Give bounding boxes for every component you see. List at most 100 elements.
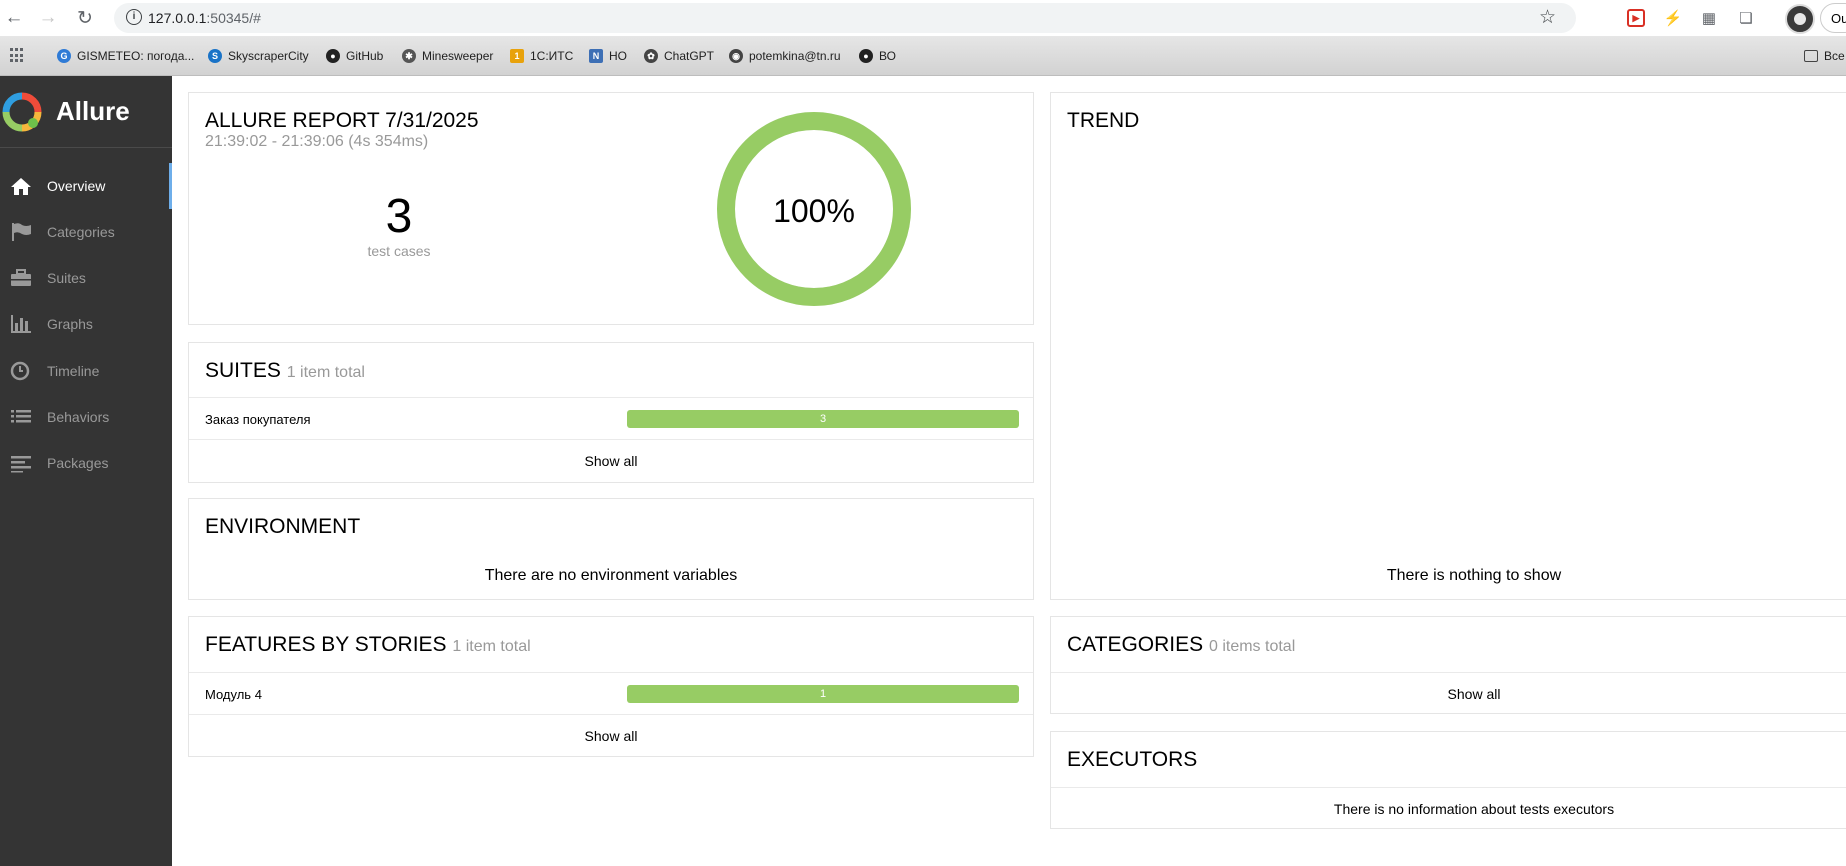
bookmark-label: GISMETEO: погода... [77,49,195,63]
feature-row[interactable]: Модуль 4 1 [189,673,1033,714]
suites-show-all-link[interactable]: Show all [189,453,1033,469]
suites-title-text: SUITES [205,359,281,382]
back-icon[interactable]: ← [2,6,26,30]
bookmark-no[interactable]: N НО [589,47,627,65]
bookmark-minesweeper[interactable]: ✱ Minesweeper [402,47,493,65]
nav-graphs[interactable]: Graphs [0,301,172,347]
no-icon: N [589,49,603,63]
bookmarks-folder[interactable]: Все [1804,47,1845,65]
bookmark-1c-its[interactable]: 1 1С:ИТС [510,47,573,65]
folder-icon [1804,50,1818,62]
profile-avatar[interactable] [1785,4,1815,34]
executors-title: EXECUTORS [1067,748,1198,771]
extension-bolt-icon[interactable]: ⚡ [1661,6,1685,30]
briefcase-icon [11,269,31,286]
bar-chart-icon [11,315,31,333]
suite-name: Заказ покупателя [205,412,311,427]
1c-its-icon: 1 [510,49,524,63]
environment-empty-message: There are no environment variables [484,567,738,584]
nav-label: Graphs [47,316,93,332]
extension-grid-icon[interactable]: ▦ [1697,6,1721,30]
clock-icon [10,361,30,381]
chatgpt-icon: ✿ [644,49,658,63]
extensions-puzzle-icon[interactable]: ❏ [1734,6,1758,30]
bookmarks-bar: G GISMETEO: погода... S SkyscraperCity ●… [0,36,1846,76]
suite-row[interactable]: Заказ покупателя 3 [189,398,1033,439]
test-count: 3 [385,190,413,243]
suite-passed-bar: 3 [627,410,1019,428]
categories-title: CATEGORIES 0 items total [1067,633,1295,657]
suites-count: 1 item total [286,364,365,381]
bookmark-label: НО [609,49,627,63]
pass-percent: 100% [773,193,855,229]
test-count-label: test cases [367,243,431,259]
bookmark-github[interactable]: ● GitHub [326,47,383,65]
home-icon [11,178,31,195]
bookmarks-folder-label: Все [1824,49,1845,63]
bookmark-chatgpt[interactable]: ✿ ChatGPT [644,47,714,65]
nav-label: Timeline [47,363,100,379]
report-time-range: 21:39:02 - 21:39:06 (4s 354ms) [205,133,429,150]
extension-red-icon[interactable]: ▶ [1624,6,1648,30]
brand[interactable]: Allure [0,76,172,148]
nav-packages[interactable]: Packages [0,440,172,486]
suites-title: SUITES 1 item total [205,359,365,383]
apps-grid-icon[interactable] [10,48,25,63]
nav-overview[interactable]: Overview [0,163,172,209]
trend-empty-message: There is nothing to show [1386,567,1562,584]
nav-label: Behaviors [47,409,110,425]
forward-icon[interactable]: → [36,6,60,30]
features-show-all-link[interactable]: Show all [189,728,1033,744]
nav-behaviors[interactable]: Behaviors [0,394,172,440]
site-info-icon[interactable]: i [126,9,142,25]
nav-label: Suites [47,270,86,286]
gismeteo-icon: G [57,49,71,63]
trend-title: TREND [1067,109,1140,132]
url-path: :50345/# [206,10,261,26]
bookmark-potemkina[interactable]: ◉ potemkina@tn.ru [729,47,841,65]
skyscrapercity-icon: S [208,49,222,63]
url-host: 127.0.0.1 [148,10,207,26]
bookmark-label: GitHub [346,49,384,63]
bookmark-label: ВО [879,49,896,63]
nav-timeline[interactable]: Timeline [0,348,172,394]
features-title-text: FEATURES BY STORIES [205,633,447,656]
bookmark-skyscrapercity[interactable]: S SkyscraperCity [208,47,309,65]
github-icon: ● [859,49,873,63]
nav-categories[interactable]: Categories [0,209,172,255]
nav-suites[interactable]: Suites [0,255,172,301]
url-text[interactable]: 127.0.0.1:50345/# [148,10,261,26]
feature-passed-bar: 1 [627,685,1019,703]
globe-icon: ◉ [729,49,743,63]
bookmark-label: ChatGPT [664,49,715,63]
address-bar[interactable]: i 127.0.0.1:50345/# ☆ [114,3,1576,33]
flag-icon [12,223,31,241]
feature-name: Модуль 4 [205,687,262,702]
align-left-icon [11,456,31,473]
features-widget: FEATURES BY STORIES 1 item total Модуль … [188,616,1034,757]
environment-widget: ENVIRONMENT There are no environment var… [188,498,1034,600]
features-title: FEATURES BY STORIES 1 item total [205,633,531,657]
categories-count: 0 items total [1208,638,1296,655]
nav-label: Overview [47,178,106,194]
bookmark-label: potemkina@tn.ru [749,49,841,63]
categories-show-all-link[interactable]: Show all [1051,686,1846,702]
nav-label: Packages [47,455,109,471]
bookmark-star-icon[interactable]: ☆ [1539,6,1556,29]
bookmark-gismeteo[interactable]: G GISMETEO: погода... [57,47,194,65]
brand-name: Allure [56,96,130,126]
bookmark-label: 1С:ИТС [530,49,574,63]
bookmark-vo[interactable]: ● ВО [859,47,896,65]
reload-icon[interactable]: ↻ [73,6,97,30]
profile-button[interactable]: Ou [1820,3,1846,33]
list-icon [11,410,31,423]
bookmark-label: Minesweeper [422,49,494,63]
bookmark-label: SkyscraperCity [228,49,309,63]
executors-widget: EXECUTORS There is no information about … [1050,731,1846,829]
executors-empty-message: There is no information about tests exec… [1333,801,1615,817]
categories-widget: CATEGORIES 0 items total Show all [1050,616,1846,714]
trend-widget: TREND There is nothing to show [1050,92,1846,600]
suites-widget: SUITES 1 item total Заказ покупателя 3 S… [188,342,1034,483]
minesweeper-icon: ✱ [402,49,416,63]
features-count: 1 item total [452,638,531,655]
